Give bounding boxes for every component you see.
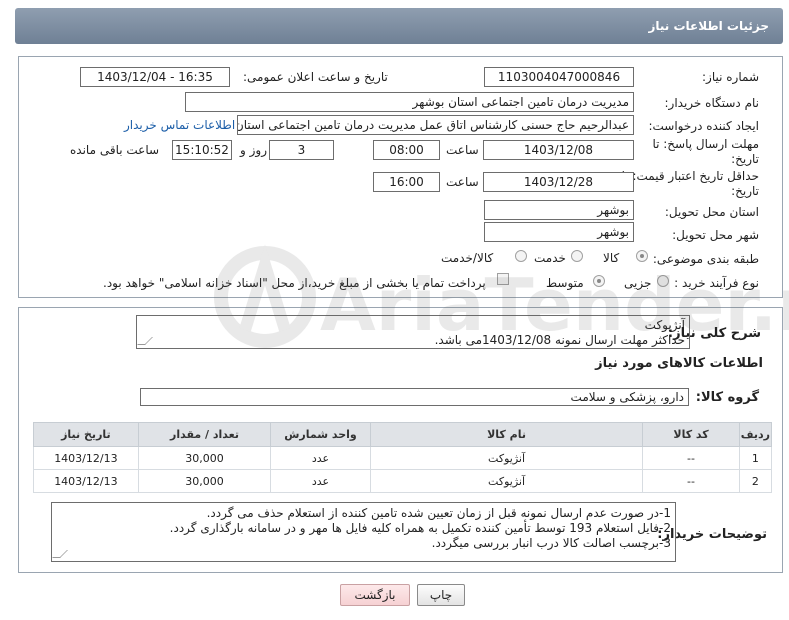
back-button[interactable]: بازگشت	[340, 584, 410, 606]
cell-name: آنژیوکت	[369, 446, 644, 470]
summary-field: آنژیوکت حداکثر مهلت ارسال نمونه 1403/12/…	[136, 315, 690, 349]
need-number-label: شماره نیاز:	[702, 70, 759, 84]
goods-group-label: گروه کالا:	[695, 390, 759, 405]
table-row[interactable]: 2 -- آنژیوکت عدد 30,000 1403/12/13	[33, 469, 773, 493]
goods-info-title: اطلاعات کالاهای مورد نیاز	[595, 356, 763, 371]
purchase-radio-minor[interactable]	[657, 275, 669, 287]
category-label: طبقه بندی موضوعی:	[652, 252, 759, 266]
need-number-field: 1103004047000846	[484, 67, 634, 87]
days-count-field: 3	[269, 140, 334, 160]
page-title: جزئیات اطلاعات نیاز	[648, 19, 769, 33]
cell-date: 1403/12/13	[33, 446, 139, 470]
summary-line-1: آنژیوکت	[644, 318, 685, 332]
col-name: نام کالا	[369, 422, 644, 447]
notes-line-1: 1-در صورت عدم ارسال نمونه قبل از زمان تع…	[206, 506, 671, 520]
col-qty: تعداد / مقدار	[137, 422, 272, 447]
purchase-option-medium: متوسط	[546, 276, 584, 290]
goods-group-field: دارو، پزشکی و سلامت	[140, 388, 689, 406]
cell-unit: عدد	[270, 469, 371, 493]
category-option-both: کالا/خدمت	[441, 251, 494, 265]
cell-unit: عدد	[270, 446, 371, 470]
notes-line-2: 2-فایل استعلام 193 توسط تأمین کننده تکمی…	[169, 521, 671, 535]
items-table-wrapper: ردیف کد کالا نام کالا واحد شمارش تعداد /…	[33, 422, 773, 493]
announce-date-field: 1403/12/04 - 16:35	[80, 67, 230, 87]
cell-name: آنژیوکت	[369, 469, 644, 493]
price-date-field: 1403/12/28	[483, 172, 634, 192]
notes-line-3: 3-برچسب اصالت کالا درب انبار بررسی میگرد…	[431, 536, 671, 550]
buyer-org-label: نام دستگاه خریدار:	[664, 96, 760, 110]
col-code: کد کالا	[642, 422, 740, 447]
cell-row: 1	[738, 446, 773, 470]
city-label: شهر محل تحویل:	[672, 228, 759, 242]
col-unit: واحد شمارش	[270, 422, 371, 447]
resize-grip-icon[interactable]	[52, 550, 68, 558]
print-button[interactable]: چاپ	[417, 584, 465, 606]
price-time-field: 16:00	[373, 172, 440, 192]
cell-code: --	[642, 446, 740, 470]
page-header: جزئیات اطلاعات نیاز	[15, 8, 783, 44]
cell-qty: 30,000	[137, 469, 272, 493]
price-validity-label: حداقل تاریخ اعتبار قیمت: تا تاریخ:	[621, 169, 759, 198]
cell-date: 1403/12/13	[33, 469, 139, 493]
category-option-service: خدمت	[534, 251, 566, 265]
treasury-note: پرداخت تمام یا بخشی از مبلغ خرید،از محل …	[103, 276, 486, 290]
col-date: تاریخ نیاز	[33, 422, 139, 447]
buyer-notes-field: 1-در صورت عدم ارسال نمونه قبل از زمان تع…	[51, 502, 676, 562]
price-time-label: ساعت	[446, 175, 479, 189]
treasury-checkbox[interactable]	[497, 273, 509, 285]
days-label: روز و	[240, 143, 267, 157]
col-row: ردیف	[738, 422, 773, 447]
reply-time-label: ساعت	[446, 143, 479, 157]
buyer-contact-link[interactable]: اطلاعات تماس خریدار	[124, 118, 235, 132]
table-row[interactable]: 1 -- آنژیوکت عدد 30,000 1403/12/13	[33, 446, 773, 470]
summary-line-2: حداکثر مهلت ارسال نمونه 1403/12/08می باش…	[434, 333, 685, 347]
remaining-time-label: ساعت باقی مانده	[70, 143, 160, 157]
buyer-org-field: مدیریت درمان تامین اجتماعی استان بوشهر	[185, 92, 634, 112]
cell-code: --	[642, 469, 740, 493]
cell-row: 2	[738, 469, 773, 493]
items-table: ردیف کد کالا نام کالا واحد شمارش تعداد /…	[33, 422, 773, 493]
reply-date-field: 1403/12/08	[483, 140, 634, 160]
purchase-option-minor: جزیی	[624, 276, 652, 290]
reply-deadline-label: مهلت ارسال پاسخ: تا تاریخ:	[652, 137, 759, 166]
category-radio-goods[interactable]	[636, 250, 648, 262]
province-field: بوشهر	[484, 200, 634, 220]
purchase-radio-medium[interactable]	[593, 275, 605, 287]
purchase-type-label: نوع فرآیند خرید :	[674, 276, 759, 290]
category-radio-service[interactable]	[571, 250, 583, 262]
city-field: بوشهر	[484, 222, 634, 242]
requester-field: عبدالرحیم حاج حسنی کارشناس اتاق عمل مدیر…	[237, 115, 634, 135]
requester-label: ایجاد کننده درخواست:	[648, 119, 759, 133]
category-radio-both[interactable]	[515, 250, 527, 262]
category-option-goods: کالا	[603, 251, 620, 265]
cell-qty: 30,000	[137, 446, 272, 470]
province-label: استان محل تحویل:	[664, 205, 759, 219]
reply-time-field: 08:00	[373, 140, 440, 160]
table-header-row: ردیف کد کالا نام کالا واحد شمارش تعداد /…	[33, 422, 773, 447]
announce-date-label: تاریخ و ساعت اعلان عمومی:	[243, 70, 388, 84]
remaining-time-field: 15:10:52	[172, 140, 232, 160]
